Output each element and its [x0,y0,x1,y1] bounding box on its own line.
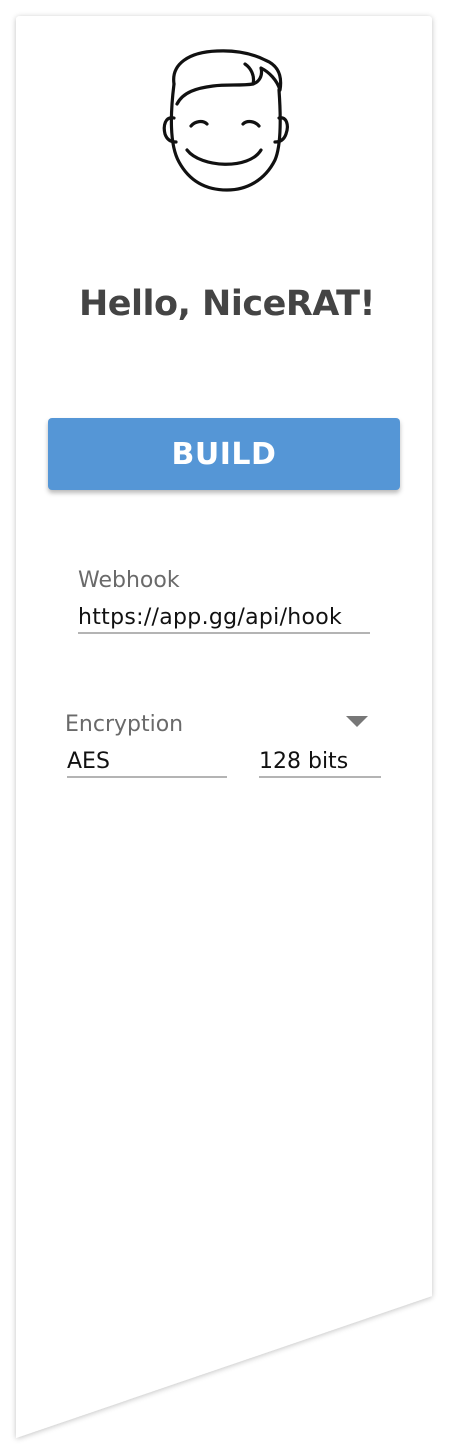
build-button[interactable]: BUILD [48,418,400,490]
webhook-input[interactable] [78,604,370,634]
webhook-label: Webhook [78,568,180,593]
encryption-algorithm-field[interactable] [67,748,227,778]
page-title: Hello, NiceRAT! [79,284,375,324]
encryption-label: Encryption [65,712,184,737]
caret-down-icon[interactable] [346,716,368,727]
encryption-key-size-field[interactable] [259,748,381,778]
smiling-face-icon [162,49,289,192]
profile-card: Hello, NiceRAT! BUILD Webhook Encryption [0,0,454,1456]
